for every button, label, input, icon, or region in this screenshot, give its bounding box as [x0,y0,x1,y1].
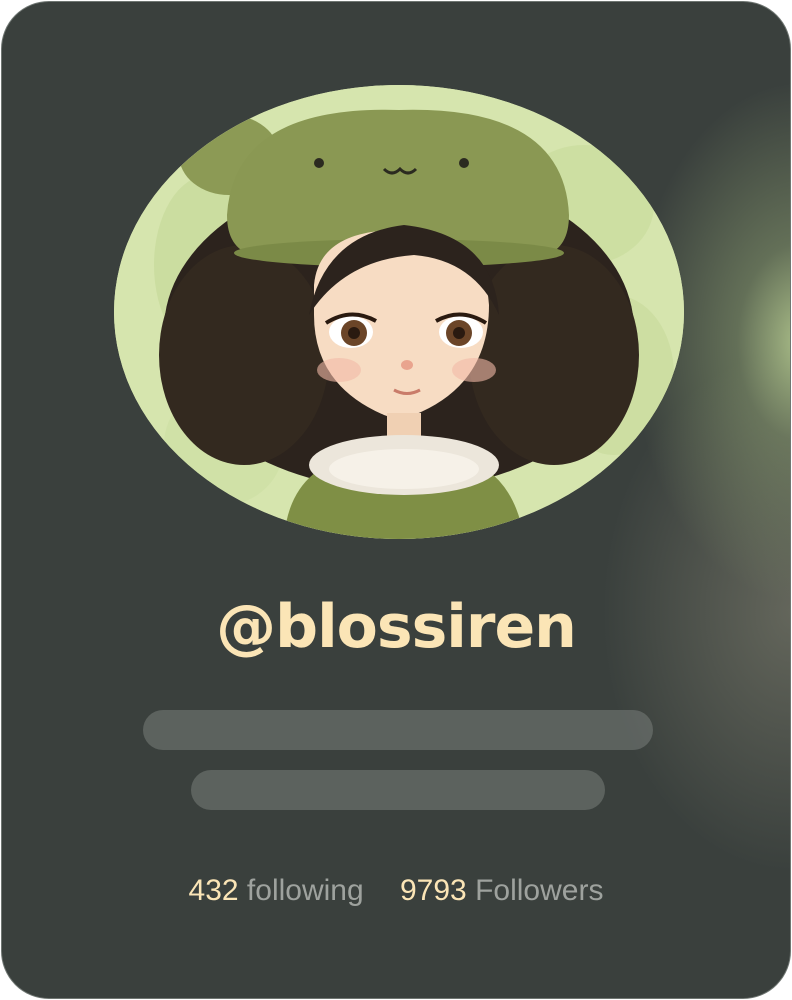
followers-count: 9793 [400,874,467,907]
profile-stats: 432 following 9793 Followers [2,874,790,908]
bio-placeholder-line-1 [143,710,653,750]
following-count: 432 [188,874,239,907]
followers-stat[interactable]: 9793 Followers [400,874,603,908]
avatar-illustration [114,85,684,539]
bio-placeholder-line-2 [191,770,605,810]
avatar[interactable] [114,85,684,539]
following-label: following [246,874,364,907]
followers-label: Followers [475,874,604,907]
profile-card: @blossiren 432 following 9793 Followers [1,1,791,999]
username: @blossiren [216,592,577,662]
following-stat[interactable]: 432 following [189,874,364,908]
